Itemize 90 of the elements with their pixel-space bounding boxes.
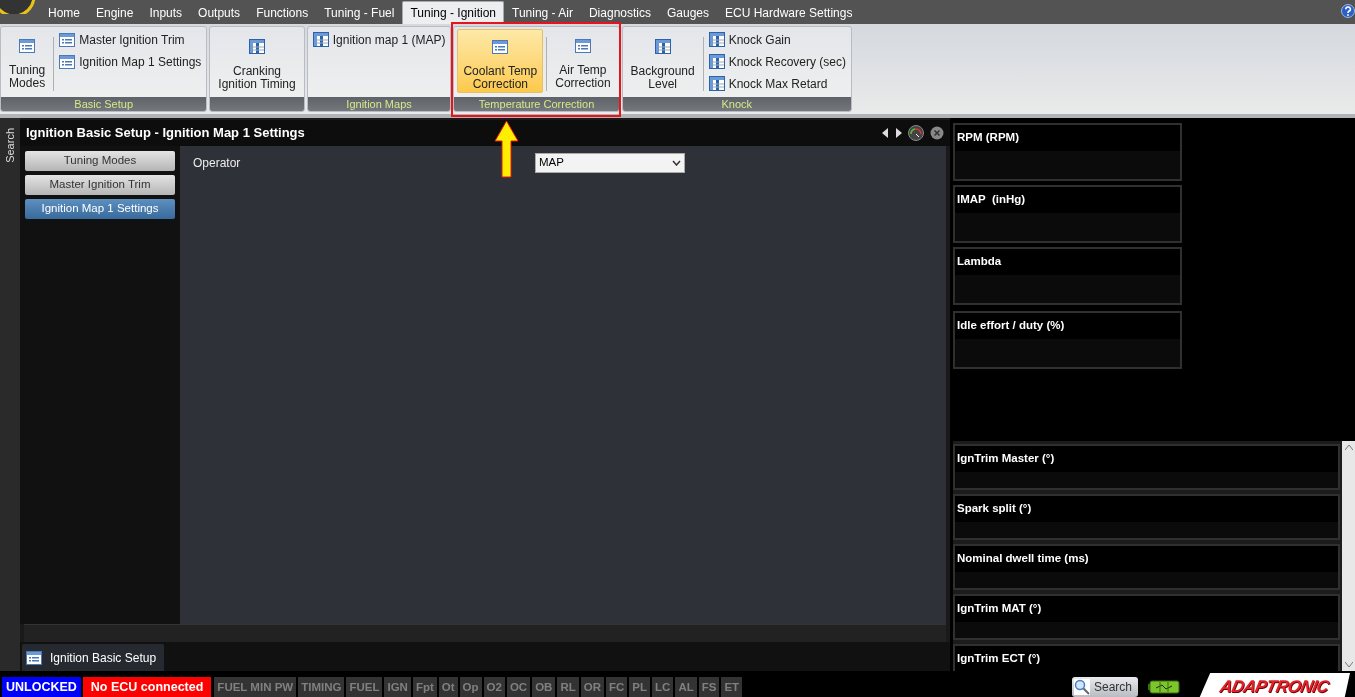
menu-tab[interactable]: Tuning - Ignition — [402, 1, 505, 24]
ribbon-button[interactable]: Knock Recovery (sec) — [706, 53, 849, 70]
status-indicator: Fpt — [412, 677, 437, 697]
status-indicator: AL — [675, 677, 697, 697]
field-label: Operator — [193, 155, 242, 172]
list-icon — [59, 54, 76, 69]
right-arrow-icon[interactable] — [895, 128, 902, 138]
nav-button[interactable]: Master Ignition Trim — [25, 175, 175, 195]
caret-icon — [672, 160, 681, 166]
ribbon-button[interactable]: Ignition Map 1 Settings — [57, 53, 204, 70]
status-indicator: O2 — [483, 677, 505, 697]
ribbon-button[interactable]: Ignition map 1 (MAP) — [310, 31, 448, 48]
list-icon — [19, 39, 36, 53]
left-arrow-icon[interactable] — [882, 128, 889, 138]
scrollbar[interactable] — [1342, 441, 1355, 671]
scroll-down-icon[interactable] — [1345, 662, 1353, 667]
table-icon — [249, 39, 265, 54]
list-icon — [574, 39, 591, 53]
status-indicator: FC — [606, 677, 628, 697]
list-icon — [26, 650, 42, 665]
table-icon — [708, 32, 725, 47]
document-tab[interactable]: Ignition Basic Setup — [22, 644, 165, 671]
gauge-title: IgnTrim MAT (°) — [957, 602, 1042, 614]
lock-status: UNLOCKED — [2, 677, 81, 697]
menu-tab[interactable]: Tuning - Air — [504, 1, 581, 24]
menu-tab[interactable]: Inputs — [141, 1, 191, 24]
menu-tab[interactable]: Engine — [88, 1, 142, 24]
brand-logo: ADAPTRONIC — [1198, 673, 1350, 697]
status-indicator: FUEL MIN PW — [214, 677, 297, 697]
ribbon-button[interactable]: Background Level — [625, 29, 700, 93]
nav-button[interactable]: Ignition Map 1 Settings — [25, 199, 175, 219]
menu-tab[interactable]: Tuning - Fuel — [316, 1, 403, 24]
menu-tab[interactable]: Gauges — [659, 1, 717, 24]
status-indicator: FUEL — [346, 677, 383, 697]
status-indicator: FS — [698, 677, 720, 697]
nav-button[interactable]: Tuning Modes — [25, 151, 175, 171]
menu-tab[interactable]: Outputs — [190, 1, 249, 24]
menu-tab[interactable]: Functions — [248, 1, 317, 24]
close-icon[interactable] — [930, 126, 944, 140]
status-indicator: RL — [557, 677, 579, 697]
menu-tab[interactable]: Diagnostics — [580, 1, 659, 24]
status-indicator: OC — [506, 677, 531, 697]
gauge-title: RPM (RPM) — [957, 131, 1019, 143]
gauge-icon[interactable] — [908, 125, 924, 141]
menu-tab[interactable]: ECU Hardware Settings — [717, 1, 861, 24]
logo-icon — [0, 0, 36, 14]
dropdown[interactable]: MAP — [535, 153, 685, 173]
group-title: Knock — [721, 98, 753, 110]
list-icon — [59, 32, 76, 47]
up-arrow-icon — [494, 120, 520, 178]
group-title: Basic Setup — [74, 98, 133, 110]
ribbon-button[interactable]: Master Ignition Trim — [57, 31, 204, 48]
gauge-title: IgnTrim ECT (°) — [957, 652, 1041, 664]
list-icon — [492, 40, 509, 54]
ribbon-button[interactable]: Knock Gain — [706, 31, 849, 48]
search-icon — [1073, 679, 1090, 695]
table-icon — [708, 76, 725, 91]
ribbon-button[interactable]: Coolant Temp Correction — [457, 29, 544, 93]
status-indicator: PL — [629, 677, 651, 697]
ribbon-button[interactable]: Cranking Ignition Timing — [213, 29, 301, 93]
status-indicator: OB — [532, 677, 556, 697]
status-indicator: Op — [459, 677, 482, 697]
status-indicator: Ot — [438, 677, 458, 697]
ribbon-button[interactable]: Knock Max Retard — [706, 75, 849, 92]
panel-title: Ignition Basic Setup - Ignition Map 1 Settings — [26, 124, 305, 143]
gauge-title: Spark split (°) — [957, 502, 1032, 514]
table-icon — [708, 54, 725, 69]
status-indicator: LC — [652, 677, 674, 697]
gauge-title: Nominal dwell time (ms) — [957, 552, 1089, 564]
group-title: Temperature Correction — [478, 98, 595, 110]
connection-status: No ECU connected — [82, 677, 212, 697]
gauge-title: Lambda — [957, 255, 1002, 267]
group-title: Ignition Maps — [346, 98, 412, 110]
status-indicator: ET — [721, 677, 743, 697]
ribbon-button[interactable]: Tuning Modes — [4, 29, 51, 93]
help-icon[interactable] — [1341, 4, 1355, 18]
search-button[interactable]: Search — [1071, 677, 1138, 697]
gauge-title: Idle effort / duty (%) — [957, 319, 1065, 331]
menu-tab[interactable]: Home — [40, 1, 88, 24]
status-indicator: IGN — [384, 677, 411, 697]
battery-icon — [1148, 680, 1180, 694]
ribbon-button[interactable]: Air Temp Correction — [550, 29, 616, 93]
table-icon — [312, 32, 329, 47]
side-tab[interactable]: Search — [1, 128, 19, 163]
table-icon — [654, 39, 671, 54]
scroll-up-icon[interactable] — [1345, 445, 1353, 450]
status-indicator: OR — [580, 677, 604, 697]
gauge-title: IMAP (inHg) — [957, 193, 1026, 205]
status-indicator: TIMING — [298, 677, 345, 697]
gauge-title: IgnTrim Master (°) — [957, 452, 1055, 464]
